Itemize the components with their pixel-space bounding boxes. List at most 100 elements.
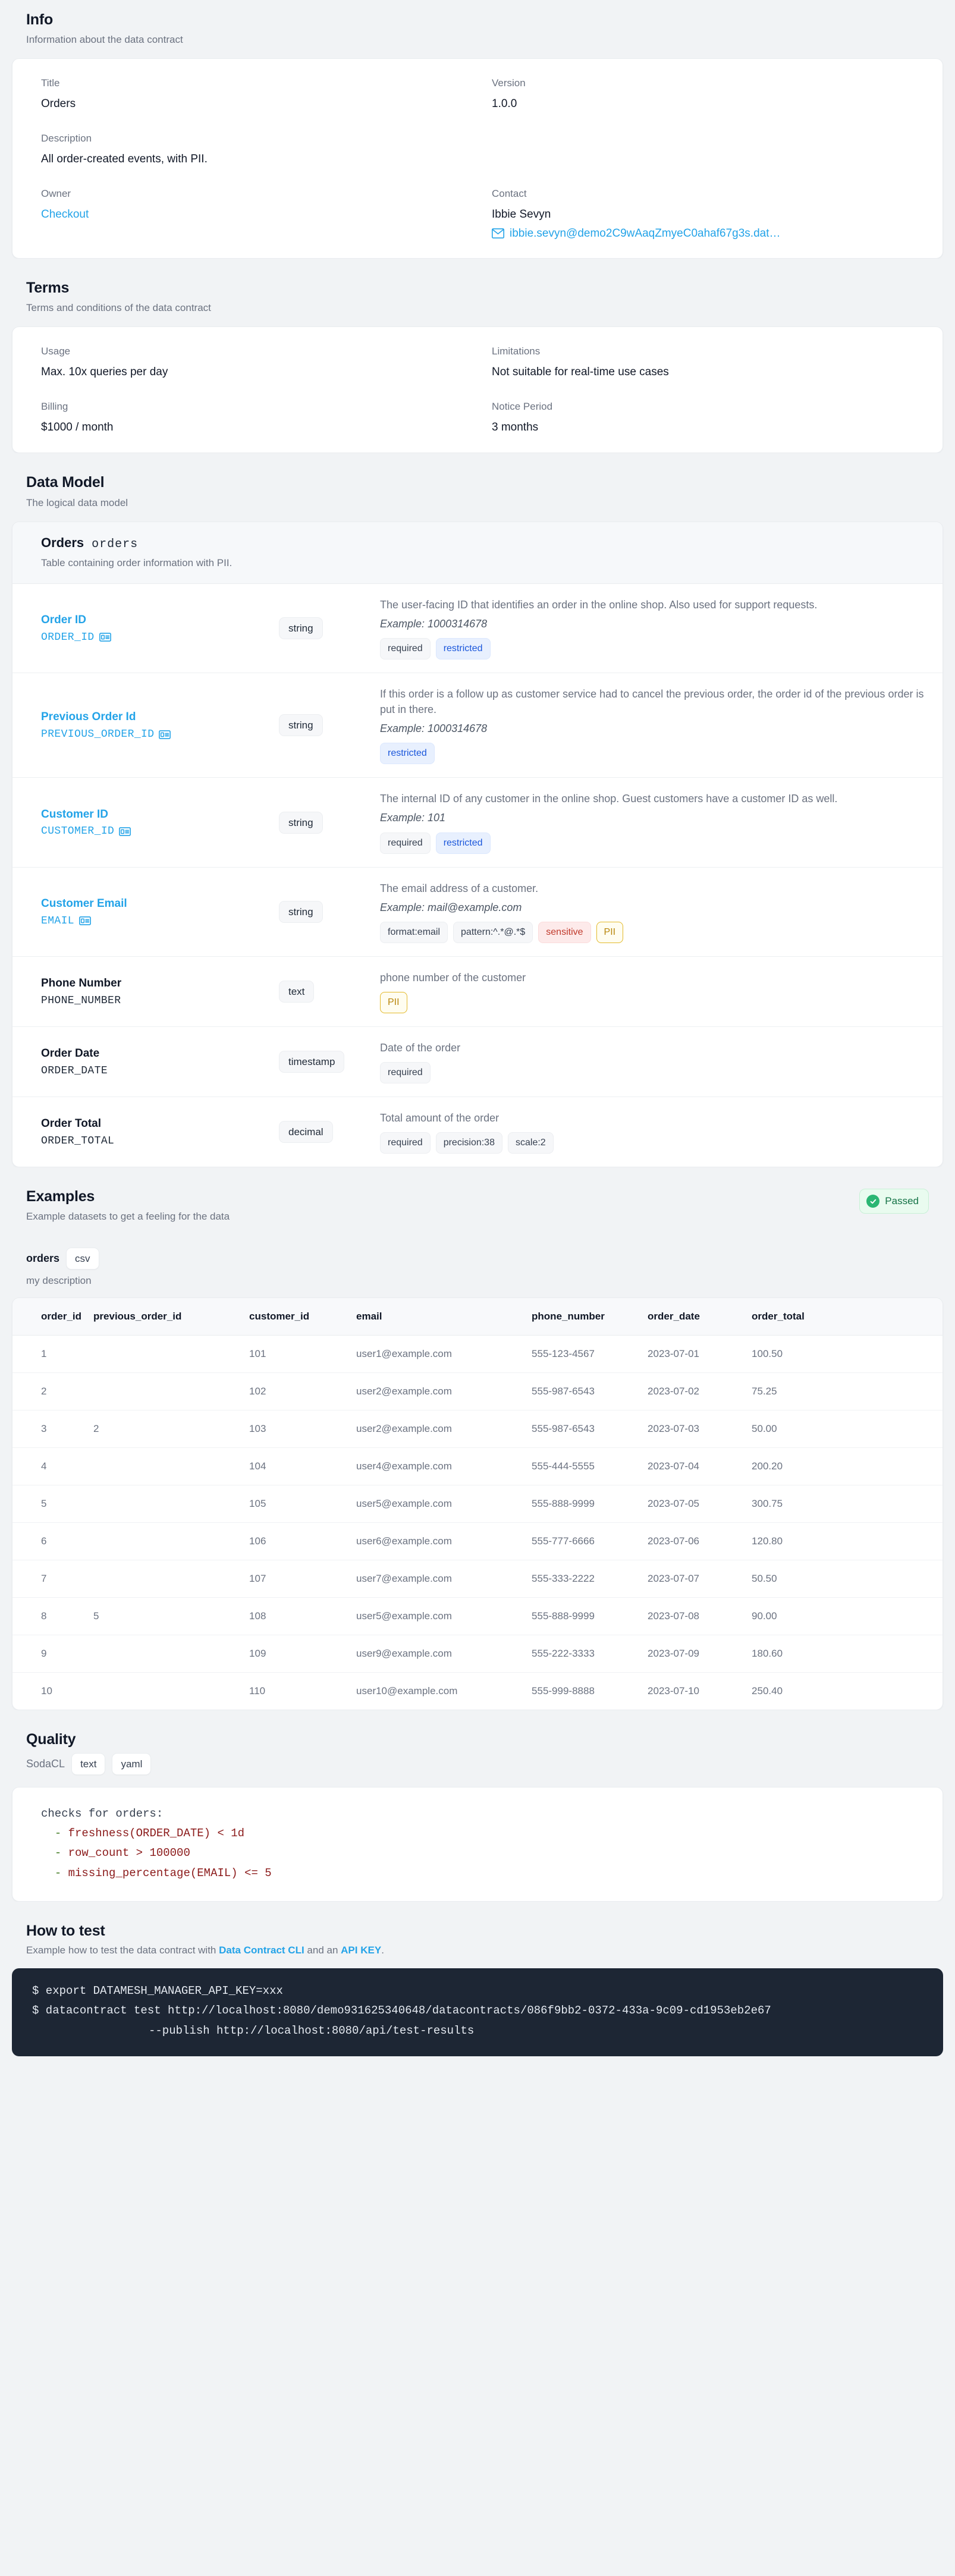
model-field-row: Order Total ORDER_TOTAL decimal Total amoun… — [12, 1097, 943, 1167]
model-field-example: Example: 1000314678 — [380, 722, 488, 735]
table-cell: 2023-07-09 — [642, 1635, 746, 1673]
table-cell — [87, 1522, 244, 1560]
owner-link[interactable]: Checkout — [41, 207, 463, 222]
info-card: Title Orders Version 1.0.0 Description A… — [12, 58, 943, 259]
table-cell — [87, 1335, 244, 1373]
api-key-link[interactable]: API KEY — [341, 1944, 381, 1956]
model-field-type: string — [279, 714, 323, 737]
terminal-text: $ export DATAMESH_MANAGER_API_KEY=xxx $ … — [32, 1981, 923, 2041]
model-field-logical-name[interactable]: Customer ID — [41, 808, 279, 822]
table-cell: user1@example.com — [350, 1335, 526, 1373]
contact-email-link[interactable]: ibbie.sevyn@demo2C9wAaqZmyeC0ahaf67g3s.d… — [492, 227, 914, 240]
table-cell: 106 — [243, 1522, 351, 1560]
table-cell: 2 — [12, 1372, 88, 1410]
model-field-description: If this order is a follow up as customer… — [380, 687, 924, 716]
example-dataset-name: orders — [26, 1252, 60, 1264]
status-badge: Passed — [859, 1189, 929, 1214]
field-badge: restricted — [435, 637, 491, 659]
version-label: Version — [492, 77, 526, 89]
table-cell: 5 — [87, 1597, 244, 1635]
table-cell: user9@example.com — [350, 1635, 526, 1673]
examples-table-body: 1 101 user1@example.com 555-123-4567 2023-07… — [12, 1335, 943, 1710]
model-field-row: Phone Number PHONE_NUMBER text phone number… — [12, 957, 943, 1028]
table-cell — [87, 1560, 244, 1598]
howto-sub-suffix: . — [381, 1944, 384, 1956]
table-cell: 555-222-3333 — [526, 1635, 642, 1673]
table-cell: 555-999-8888 — [532, 1685, 595, 1697]
terms-field-billing: Billing $1000 / month — [27, 400, 478, 435]
model-field-physical-name[interactable]: CUSTOMER_ID — [41, 825, 279, 837]
example-dataset-tabrow: orders csv — [0, 1235, 955, 1270]
table-cell — [87, 1447, 244, 1485]
table-cell: 5 — [12, 1485, 88, 1523]
model-field-physical-text: PREVIOUS_ORDER_ID — [41, 728, 155, 741]
code-dash: - — [54, 1846, 62, 1860]
model-field-details: The internal ID of any customer in the o… — [380, 791, 931, 854]
table-cell: 100.50 — [746, 1335, 943, 1373]
title-label: Title — [41, 77, 60, 89]
tab-text[interactable]: text — [71, 1752, 106, 1775]
model-field-details: If this order is a follow up as customer… — [380, 686, 931, 765]
model-field-description: The internal ID of any customer in the o… — [380, 793, 838, 805]
model-field-physical-name: ORDER_DATE — [41, 1065, 279, 1077]
table-cell: 105 — [243, 1485, 351, 1523]
table-cell: 90.00 — [746, 1597, 943, 1635]
model-field-logical-name[interactable]: Order ID — [41, 613, 279, 628]
example-format-chip[interactable]: csv — [66, 1247, 99, 1270]
description-label: Description — [41, 133, 92, 144]
table-cell: 555-888-9999 — [526, 1597, 642, 1635]
field-badge: required — [380, 1062, 431, 1084]
billing-value: $1000 / month — [41, 420, 114, 433]
limitations-value: Not suitable for real-time use cases — [492, 365, 669, 378]
table-cell: user7@example.com — [350, 1560, 526, 1598]
table-row: 6 106 user6@example.com 555-777-6666 2023-07… — [12, 1522, 943, 1560]
model-field-details: phone number of the customer PII — [380, 970, 931, 1014]
table-cell: user10@example.com — [356, 1685, 458, 1697]
code-check-line: missing_percentage(EMAIL) <= 5 — [68, 1866, 272, 1880]
quality-tabrow: SodaCL text yaml — [26, 1752, 929, 1775]
code-dash: - — [54, 1866, 62, 1880]
model-field-type: string — [279, 617, 323, 639]
table-cell: 250.40 — [752, 1685, 783, 1697]
table-cell: 107 — [243, 1560, 351, 1598]
table-cell: user2@example.com — [350, 1372, 526, 1410]
code-header-line: checks for orders: — [41, 1807, 164, 1820]
model-field-physical-name[interactable]: ORDER_ID — [41, 632, 279, 643]
field-badge: format:email — [380, 921, 448, 943]
model-field-logical-name[interactable]: Previous Order Id — [41, 710, 279, 725]
field-badge: sensitive — [538, 921, 591, 943]
model-field-description: The email address of a customer. — [380, 882, 539, 894]
field-badge: pattern:^.*@.*$ — [453, 921, 533, 943]
howto-sub-prefix: Example how to test the data contract wi… — [26, 1944, 219, 1956]
table-cell: 2023-07-07 — [642, 1560, 746, 1598]
table-cell: 555-987-6543 — [526, 1372, 642, 1410]
table-cell: 10 — [41, 1685, 52, 1697]
examples-subtitle: Example datasets to get a feeling for th… — [26, 1211, 230, 1223]
table-row: 2 102 user2@example.com 555-987-6543 2023-07… — [12, 1372, 943, 1410]
model-field-badges: restricted — [380, 743, 931, 765]
model-field-physical-name[interactable]: EMAIL — [41, 915, 279, 927]
model-field-example: Example: 1000314678 — [380, 617, 488, 630]
model-field-details: Date of the order required — [380, 1040, 931, 1084]
data-contract-cli-link[interactable]: Data Contract CLI — [219, 1944, 304, 1956]
howto-title: How to test — [26, 1922, 105, 1939]
table-cell: 2023-07-03 — [642, 1410, 746, 1448]
model-field-names: Phone Number PHONE_NUMBER — [41, 976, 279, 1007]
table-cell: 555-987-6543 — [526, 1410, 642, 1448]
description-value: All order-created events, with PII. — [41, 153, 208, 166]
table-column-header: email — [350, 1298, 526, 1336]
table-row: 3 2 103 user2@example.com 555-987-6543 2023-0… — [12, 1410, 943, 1448]
version-value: 1.0.0 — [492, 98, 517, 111]
model-logical-name: Orders — [41, 535, 84, 550]
table-cell: 555-777-6666 — [526, 1522, 642, 1560]
id-badge-icon — [119, 827, 131, 836]
terms-title: Terms — [26, 279, 70, 296]
model-field-physical-name[interactable]: PREVIOUS_ORDER_ID — [41, 728, 279, 740]
owner-label: Owner — [41, 187, 71, 199]
terms-card: Usage Max. 10x queries per day Limitatio… — [12, 326, 943, 454]
info-subtitle: Information about the data contract — [26, 34, 183, 46]
table-cell: 110 — [249, 1685, 266, 1697]
tab-yaml[interactable]: yaml — [112, 1752, 152, 1775]
model-field-logical-name[interactable]: Customer Email — [41, 897, 279, 912]
terminal-line-3: --publish http://localhost:8080/api/test… — [149, 2024, 475, 2037]
